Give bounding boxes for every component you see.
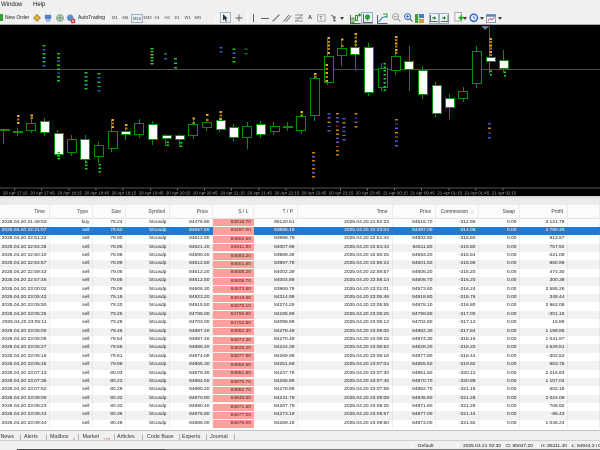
svg-text:20 Apr 23:45: 20 Apr 23:45 <box>356 191 381 196</box>
svg-text:20 Apr 17:15: 20 Apr 17:15 <box>3 191 28 196</box>
svg-text:20 Apr 17:45: 20 Apr 17:45 <box>30 191 55 196</box>
svg-text:20 Apr 21:45: 20 Apr 21:45 <box>247 191 272 196</box>
svg-text:20 Apr 22:15: 20 Apr 22:15 <box>275 191 300 196</box>
svg-text:21 Apr 00:45: 21 Apr 00:45 <box>410 191 435 196</box>
svg-text:20 Apr 22:45: 20 Apr 22:45 <box>302 191 327 196</box>
svg-text:21 Apr 01:45: 21 Apr 01:45 <box>465 191 490 196</box>
svg-text:21 Apr 00:15: 21 Apr 00:15 <box>383 191 408 196</box>
svg-text:20 Apr 18:15: 20 Apr 18:15 <box>57 191 82 196</box>
svg-text:20 Apr 20:15: 20 Apr 20:15 <box>166 191 191 196</box>
svg-text:20 Apr 21:15: 20 Apr 21:15 <box>220 191 245 196</box>
svg-text:20 Apr 20:45: 20 Apr 20:45 <box>193 191 218 196</box>
svg-text:20 Apr 19:45: 20 Apr 19:45 <box>139 191 164 196</box>
svg-text:21 Apr 02:15: 21 Apr 02:15 <box>492 191 517 196</box>
svg-text:20 Apr 19:15: 20 Apr 19:15 <box>112 191 137 196</box>
svg-text:21 Apr 01:15: 21 Apr 01:15 <box>437 191 462 196</box>
svg-text:20 Apr 18:45: 20 Apr 18:45 <box>84 191 109 196</box>
svg-text:20 Apr 23:15: 20 Apr 23:15 <box>329 191 354 196</box>
